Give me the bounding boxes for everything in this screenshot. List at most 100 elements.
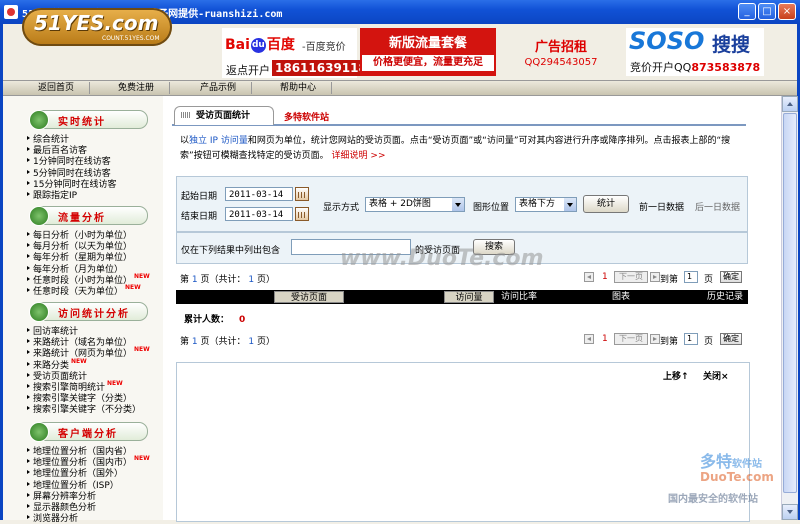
ad-flow-title: 新版流量套餐 <box>388 36 467 51</box>
goto-page-input[interactable]: 1 <box>684 271 698 283</box>
next-page-button[interactable]: 下一页 <box>614 271 648 283</box>
col-history: 历史记录 <box>706 292 743 302</box>
goto-label: 到第 <box>660 337 679 347</box>
goto-label: 到第 <box>660 275 679 285</box>
col-chart: 图表 <box>611 292 630 302</box>
tab-page-stats[interactable]: 受访页面统计 <box>174 106 274 125</box>
next-page-button[interactable]: 下一页 <box>614 333 648 345</box>
new-badge: NEW <box>134 346 150 354</box>
ad-flow-sub: 价格更便宜，流量更充足 <box>362 55 494 71</box>
goto-page-input[interactable]: 1 <box>684 333 698 345</box>
calendar-icon[interactable] <box>295 207 309 221</box>
app-icon <box>4 5 18 19</box>
soso-logo: SOSO <box>629 27 705 55</box>
nav-register[interactable]: 免费注册 <box>103 82 170 94</box>
end-date-input[interactable]: 2011-03-14 <box>225 207 293 221</box>
chevron-down-icon <box>564 198 576 211</box>
sidebar-item[interactable]: 跟踪指定IP <box>26 188 78 201</box>
top-nav: 返回首页 免费注册 产品示例 帮助中心 <box>3 80 797 96</box>
ad-soso[interactable]: SOSO 搜搜 竞价开户QQ873583878 <box>626 27 764 76</box>
vertical-scrollbar[interactable] <box>781 96 798 520</box>
next-day-link[interactable]: 后一日数据 <box>695 200 740 213</box>
close-button[interactable]: × <box>778 3 796 20</box>
sidebar-section[interactable]: 客户端分析 <box>29 422 148 442</box>
sidebar-section-title: 流量分析 <box>58 213 106 224</box>
baidu-ad-sub: -百度竞价 <box>302 42 346 53</box>
next-arrow-icon[interactable] <box>650 334 660 344</box>
chart-position-select[interactable]: 表格下方 <box>515 197 577 212</box>
start-date-input[interactable]: 2011-03-14 <box>225 187 293 201</box>
watermark-center: www.DuoTe.com <box>340 246 544 271</box>
nav-home[interactable]: 返回首页 <box>23 82 90 94</box>
site-logo[interactable]: 51YES.com COUNT.51YES.COM <box>22 8 172 46</box>
scroll-thumb[interactable] <box>783 113 797 493</box>
prev-page-icon[interactable] <box>584 334 594 344</box>
sidebar-section[interactable]: 流量分析 <box>29 206 148 226</box>
sidebar-section[interactable]: 实时统计 <box>29 110 148 130</box>
sidebar-item[interactable]: 任意时段（天为单位） NEW <box>27 284 141 297</box>
col-page[interactable]: 受访页面 <box>274 291 344 303</box>
sidebar-item-label: 任意时段（天为单位） <box>33 287 124 297</box>
sidebar-item[interactable]: 浏览器分析 <box>26 511 79 524</box>
goto-confirm-button[interactable]: 确定 <box>720 333 742 345</box>
description: 以独立 IP 访问量和网页为单位，统计您网站的受访页面。点击“受访页面”或“访问… <box>180 136 731 161</box>
stat-button[interactable]: 统计 <box>583 195 629 213</box>
goto-unit: 页 <box>704 275 714 285</box>
goto-unit: 页 <box>704 337 714 347</box>
page-info: 第 1 页（共计： 1 页） <box>180 275 276 285</box>
sidebar-section-title: 客户端分析 <box>58 429 118 440</box>
pager-top: 第 1 页（共计： 1 页） 1 下一页 到第 1 页 确定 <box>176 270 746 286</box>
sidebar-item-label: 浏览器分析 <box>33 514 79 524</box>
sidebar-item-label: 搜索引擎关键字（不分类） <box>33 405 142 416</box>
display-mode-select[interactable]: 表格 + 2D饼图 <box>365 197 465 212</box>
calendar-icon[interactable] <box>295 187 309 201</box>
total-visitors: 累计人数： 0 <box>184 315 246 325</box>
chart-position-label: 图形位置 <box>473 203 510 213</box>
tab-duote[interactable]: 多特软件站 <box>284 110 329 123</box>
scroll-down-icon[interactable] <box>782 504 798 520</box>
sidebar-section-title: 访问统计分析 <box>58 309 130 320</box>
display-mode-label: 显示方式 <box>323 203 360 213</box>
watermark-url: DuoTe.com <box>700 470 774 484</box>
section-icon <box>29 302 49 322</box>
soso-logo-cn: 搜搜 <box>712 34 751 56</box>
prev-day-link[interactable]: 前一日数据 <box>639 200 684 213</box>
minimize-button[interactable]: _ <box>738 3 756 20</box>
close-panel-link[interactable]: 关闭× <box>703 369 729 382</box>
section-icon <box>29 206 49 226</box>
nav-help[interactable]: 帮助中心 <box>265 82 332 94</box>
ad-baidu[interactable]: Bai du 百度 -百度竞价 返点开户 18611639118 <box>222 28 370 78</box>
sidebar-section[interactable]: 访问统计分析 <box>29 302 148 322</box>
scroll-up-icon[interactable] <box>782 96 798 112</box>
prev-page-icon[interactable] <box>584 272 594 282</box>
col-ratio: 访问比率 <box>500 292 537 302</box>
tab-header: 受访页面统计 多特软件站 <box>172 104 746 126</box>
col-visits[interactable]: 访问量 <box>444 291 494 303</box>
end-date-label: 结束日期 <box>181 212 218 222</box>
ad-flow-package[interactable]: 新版流量套餐 价格更便宜，流量更充足 <box>360 28 496 76</box>
section-icon <box>29 110 49 130</box>
grip-icon <box>181 112 191 118</box>
unique-ip-link[interactable]: 独立 IP 访问量 <box>189 136 248 146</box>
ad-recruit-qq: QQ294543057 <box>524 57 598 68</box>
move-up-link[interactable]: 上移↑ <box>663 369 689 382</box>
new-badge: NEW <box>71 357 87 365</box>
sidebar-section-title: 实时统计 <box>58 117 106 128</box>
logo-subtext: COUNT.51YES.COM <box>102 35 160 42</box>
sidebar-item-label: 跟踪指定IP <box>33 191 78 201</box>
nav-examples[interactable]: 产品示例 <box>185 82 252 94</box>
page-info: 第 1 页（共计： 1 页） <box>180 337 276 347</box>
next-arrow-icon[interactable] <box>650 272 660 282</box>
chart-panel: 上移↑ 关闭× <box>176 362 750 522</box>
watermark-tagline: 国内最安全的软件站 <box>668 494 758 505</box>
ad-recruit[interactable]: 广告招租 QQ294543057 <box>502 36 620 68</box>
start-date-label: 起始日期 <box>181 192 218 202</box>
sidebar-item[interactable]: 搜索引擎关键字（不分类） <box>26 402 142 416</box>
pager-bottom: 第 1 页（共计： 1 页） 1 下一页 到第 1 页 确定 <box>176 332 746 348</box>
current-page: 1 <box>602 334 608 344</box>
sidebar: 实时统计 综合统计 最后百名访客 1分钟同时在线访客 5分钟同时在线访客 15分钟同时在线… <box>3 96 163 524</box>
maximize-button[interactable]: □ <box>758 3 776 20</box>
new-badge: NEW <box>134 455 150 463</box>
more-info-link[interactable]: 详细说明 >> <box>332 151 386 161</box>
goto-confirm-button[interactable]: 确定 <box>720 271 742 283</box>
